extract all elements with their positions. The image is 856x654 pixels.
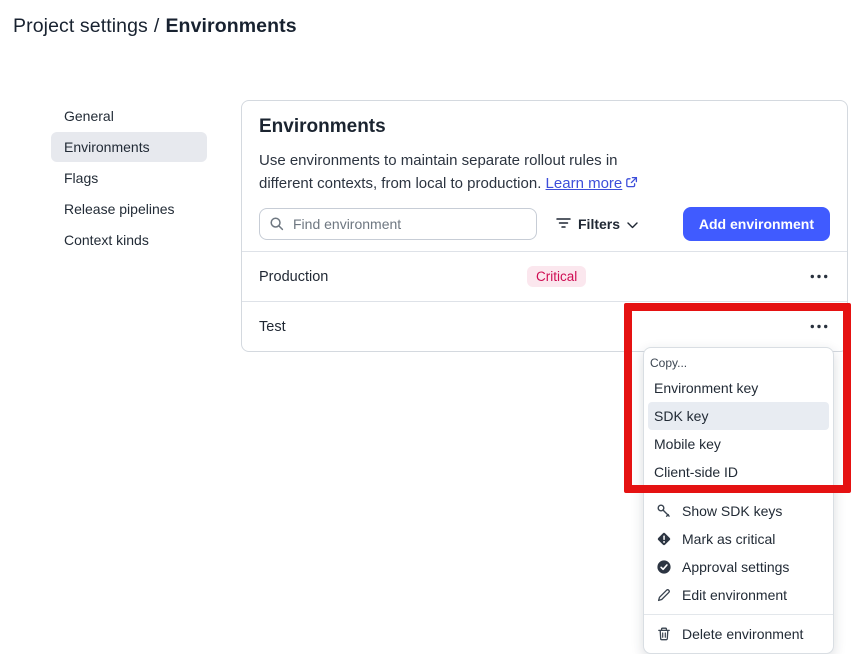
menu-item-label: Edit environment (682, 587, 787, 603)
filter-icon (556, 216, 571, 232)
learn-more-link[interactable]: Learn more (546, 175, 623, 192)
filters-button[interactable]: Filters (556, 216, 638, 232)
trash-icon (656, 626, 672, 642)
chevron-down-icon (627, 216, 638, 232)
menu-item-label: Approval settings (682, 559, 789, 575)
breadcrumb-separator: / (154, 15, 160, 37)
sidebar-item-environments[interactable]: Environments (51, 132, 207, 162)
overflow-menu-button-test[interactable] (808, 320, 830, 333)
critical-badge: Critical (527, 266, 586, 287)
sidebar-item-release-pipelines[interactable]: Release pipelines (51, 194, 207, 224)
copy-section: Copy... Environment key SDK key Mobile k… (644, 348, 833, 491)
pencil-icon (656, 587, 672, 603)
search-icon (269, 216, 285, 237)
menu-item-label: Mark as critical (682, 531, 775, 547)
external-link-icon (625, 173, 638, 196)
menu-item-client-side-id[interactable]: Client-side ID (648, 458, 829, 486)
menu-item-label: Show SDK keys (682, 503, 782, 519)
settings-sidebar: General Environments Flags Release pipel… (51, 101, 207, 256)
menu-item-mobile-key[interactable]: Mobile key (648, 430, 829, 458)
environment-name: Test (259, 319, 527, 335)
environment-row-test: Test (242, 301, 847, 351)
sidebar-item-context-kinds[interactable]: Context kinds (51, 225, 207, 255)
menu-item-edit-environment[interactable]: Edit environment (648, 581, 829, 609)
breadcrumb: Project settings /Environments (13, 15, 297, 38)
panel-title: Environments (259, 116, 830, 138)
diamond-exclamation-icon (656, 531, 672, 547)
menu-item-approval-settings[interactable]: Approval settings (648, 553, 829, 581)
search-input[interactable] (259, 208, 537, 240)
key-icon (656, 503, 672, 519)
seal-check-icon (656, 559, 672, 575)
destructive-section: Delete environment (644, 614, 833, 653)
breadcrumb-project-settings[interactable]: Project settings (13, 15, 148, 37)
filters-label: Filters (578, 216, 620, 232)
copy-group-label: Copy... (648, 353, 829, 374)
page-title: Environments (165, 15, 296, 37)
environments-panel: Environments Use environments to maintai… (241, 100, 848, 352)
menu-item-delete-environment[interactable]: Delete environment (648, 620, 829, 648)
environment-name: Production (259, 269, 527, 285)
sidebar-item-flags[interactable]: Flags (51, 163, 207, 193)
panel-description: Use environments to maintain separate ro… (259, 149, 671, 196)
overflow-menu-button-production[interactable] (808, 270, 830, 283)
menu-item-environment-key[interactable]: Environment key (648, 374, 829, 402)
sidebar-item-general[interactable]: General (51, 101, 207, 131)
menu-item-label: Delete environment (682, 626, 803, 642)
add-environment-button[interactable]: Add environment (683, 207, 830, 241)
environment-context-menu: Copy... Environment key SDK key Mobile k… (643, 347, 834, 654)
menu-item-sdk-key[interactable]: SDK key (648, 402, 829, 430)
menu-item-mark-as-critical[interactable]: Mark as critical (648, 525, 829, 553)
environment-row-production: Production Critical (242, 251, 847, 301)
toolbar: Filters Add environment (259, 207, 830, 241)
menu-item-show-sdk-keys[interactable]: Show SDK keys (648, 497, 829, 525)
actions-section: Show SDK keys Mark as critical Approval … (644, 491, 833, 614)
